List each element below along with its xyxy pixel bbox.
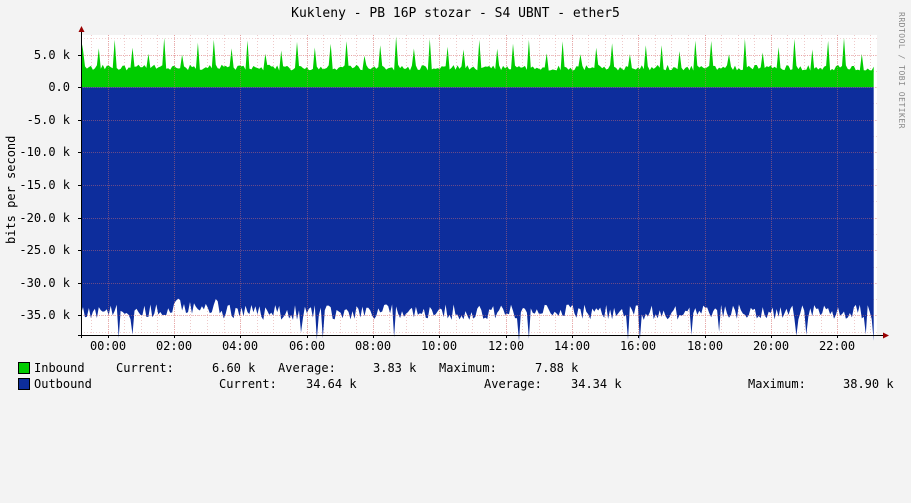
y-tick-label: 0.0 <box>48 80 70 94</box>
outbound-current-value: 34.64 k <box>306 377 357 391</box>
x-tick-label: 14:00 <box>553 339 591 353</box>
outbound-label: Outbound <box>34 377 92 391</box>
x-axis-arrow <box>883 332 889 339</box>
x-tick-label: 12:00 <box>487 339 525 353</box>
legend-outbound: Outbound Current: 34.64 k Average: 34.34… <box>18 377 894 391</box>
inbound-average-label: Average: <box>278 361 336 375</box>
outbound-current-label: Current: <box>219 377 277 391</box>
y-axis-arrow <box>78 26 85 32</box>
inbound-swatch <box>18 362 30 374</box>
series-outbound-area <box>81 87 874 341</box>
chart-title: Kukleny - PB 16P stozar - S4 UBNT - ethe… <box>291 6 620 21</box>
x-tick-label: 06:00 <box>288 339 326 353</box>
x-tick-label: 04:00 <box>221 339 259 353</box>
inbound-maximum-label: Maximum: <box>439 361 497 375</box>
y-tick-label: -20.0 k <box>19 211 70 225</box>
x-tick-label: 18:00 <box>686 339 724 353</box>
y-tick-label: -30.0 k <box>19 276 70 290</box>
x-tick-label: 10:00 <box>420 339 458 353</box>
x-tick-label: 08:00 <box>354 339 392 353</box>
y-tick-label: 5.0 k <box>33 48 70 62</box>
outbound-swatch <box>18 378 30 390</box>
inbound-current-value: 6.60 k <box>212 361 256 375</box>
x-tick-label: 22:00 <box>818 339 856 353</box>
inbound-current-label: Current: <box>116 361 174 375</box>
x-tick-label: 20:00 <box>752 339 790 353</box>
y-tick-label: -25.0 k <box>19 243 70 257</box>
outbound-maximum-value: 38.90 k <box>843 377 894 391</box>
inbound-average-value: 3.83 k <box>373 361 417 375</box>
outbound-average-value: 34.34 k <box>571 377 622 391</box>
inbound-maximum-value: 7.88 k <box>535 361 579 375</box>
x-tick-label: 00:00 <box>89 339 127 353</box>
x-tick-label: 02:00 <box>155 339 193 353</box>
inbound-label: Inbound <box>34 361 85 375</box>
x-tick-label: 16:00 <box>619 339 657 353</box>
y-tick-label: -15.0 k <box>19 178 70 192</box>
y-tick-label: -5.0 k <box>26 113 70 127</box>
rrdtool-watermark: RRDTOOL / TOBI OETIKER <box>897 12 906 129</box>
outbound-average-label: Average: <box>484 377 542 391</box>
legend-inbound: Inbound Current: 6.60 k Average: 3.83 k … <box>18 361 578 375</box>
y-tick-label: -10.0 k <box>19 145 70 159</box>
outbound-maximum-label: Maximum: <box>748 377 806 391</box>
y-tick-label: -35.0 k <box>19 308 70 322</box>
